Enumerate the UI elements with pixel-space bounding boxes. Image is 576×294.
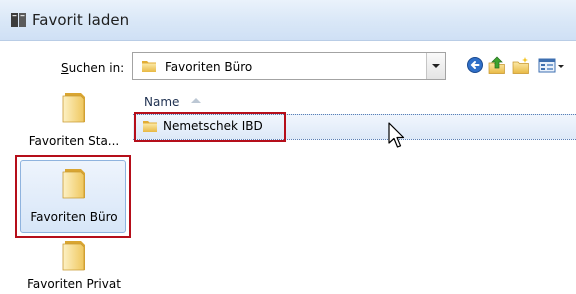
look-in-combobox[interactable]: Favoriten Büro [132,52,446,80]
column-header-name[interactable]: Name [144,95,179,109]
look-in-label: Suchen in: [61,61,125,75]
title-bar: Favorit laden [0,0,576,41]
window-title: Favorit laden [32,11,130,29]
sidebar-item-favoriten-buero[interactable]: Favoriten Büro [15,160,133,234]
back-icon[interactable] [466,55,484,75]
folder-icon [62,169,85,199]
sidebar-item-label: Favoriten Privat [27,277,121,291]
sidebar-item-favoriten-standard[interactable]: Favoriten Sta... [15,88,133,154]
combo-dropdown-arrow[interactable] [426,53,445,79]
sidebar-item-label: Favoriten Büro [30,210,118,224]
list-item-highlight-frame [134,112,286,142]
folder-icon [62,93,85,123]
sort-ascending-icon [191,98,201,103]
mouse-cursor-icon [388,122,405,148]
sidebar-item-label: Favoriten Sta... [28,134,120,148]
folder-icon [142,61,156,72]
view-menu-icon[interactable] [538,55,576,75]
book-icon [11,13,26,27]
sidebar-item-favoriten-privat[interactable]: Favoriten Privat [15,236,133,294]
up-folder-icon[interactable] [488,55,506,75]
folder-icon [62,241,85,271]
look-in-value: Favoriten Büro [165,60,253,74]
new-folder-icon[interactable] [512,55,530,75]
